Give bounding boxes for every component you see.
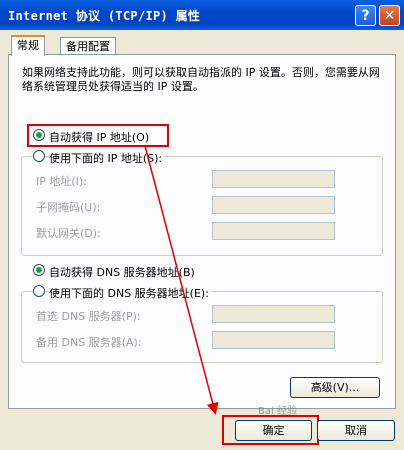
tab-general[interactable]: 常规 bbox=[11, 35, 45, 56]
annotation-arrow bbox=[144, 145, 219, 415]
annotation-arrow-layer bbox=[144, 145, 219, 415]
